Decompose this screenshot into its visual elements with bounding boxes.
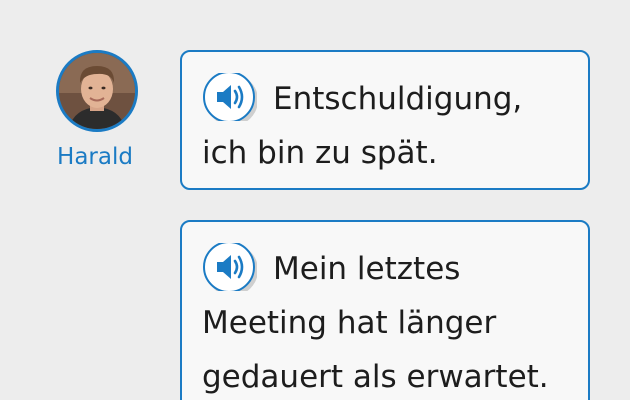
- play-audio-button[interactable]: [202, 242, 257, 291]
- message-bubble: Entschuldigung, ich bin zu spät.: [180, 50, 590, 190]
- speaker-audio-icon: [203, 72, 257, 121]
- message-bubble: Mein letztes Meeting hat länger gedauert…: [180, 220, 590, 400]
- speaker-block: Harald: [56, 50, 146, 170]
- play-audio-button[interactable]: [202, 72, 257, 121]
- dialogue-screen: Harald Entschuldigung, ich bin zu spät. …: [0, 0, 630, 400]
- avatar: [56, 50, 138, 132]
- speaker-name: Harald: [57, 144, 133, 170]
- speaker-audio-icon: [203, 242, 257, 291]
- person-photo-icon: [59, 53, 135, 129]
